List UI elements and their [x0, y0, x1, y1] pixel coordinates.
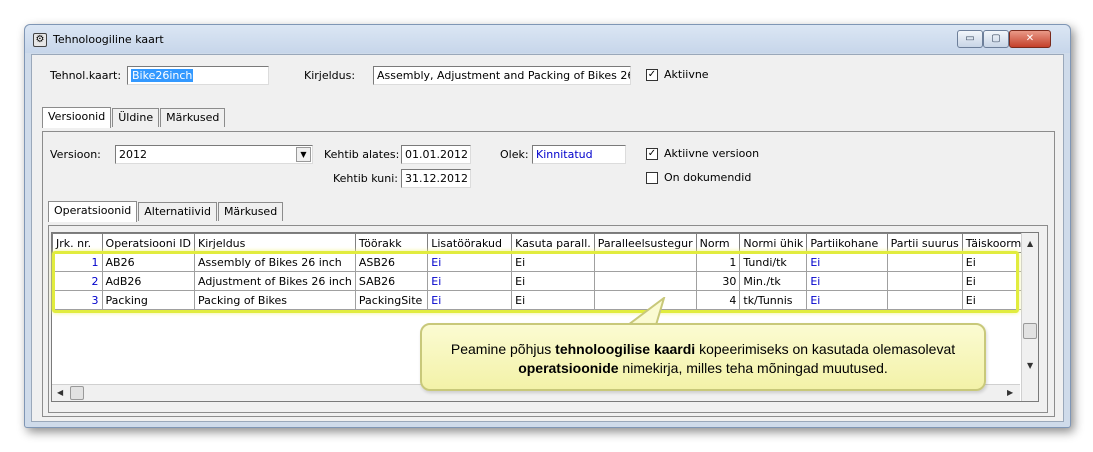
valid-from-field[interactable]: 01.01.2012 [401, 145, 471, 164]
scroll-up-icon[interactable]: ▲ [1027, 239, 1033, 248]
active-checkbox[interactable]: ✓ [646, 69, 658, 81]
callout-bold-2: operatsioonide [518, 360, 619, 376]
col-header[interactable]: Operatsiooni ID [101, 233, 196, 253]
minimize-button[interactable]: ▭ [957, 30, 983, 48]
code-value: Bike26inch [131, 69, 194, 82]
has-documents-checkbox[interactable] [646, 172, 658, 184]
description-label: Kirjeldus: [304, 69, 356, 82]
version-value: 2012 [119, 148, 147, 161]
callout-text-1: Peamine põhjus [450, 341, 556, 357]
code-label: Tehnol.kaart: [50, 69, 122, 82]
scroll-down-icon[interactable]: ▼ [1027, 361, 1033, 370]
code-field[interactable]: Bike26inch [127, 66, 269, 85]
col-header[interactable]: Partii suurus [886, 233, 963, 253]
main-tabs: Versioonid Üldine Märkused [42, 107, 226, 128]
sub-tabs: Operatsioonid Alternatiivid Märkused [48, 201, 284, 222]
tab-operations[interactable]: Operatsioonid [48, 201, 138, 222]
table-header-row: Jrk. nr. Operatsiooni ID Kirjeldus Tööra… [52, 233, 1039, 253]
active-version-label: Aktiivne versioon [664, 147, 760, 160]
active-version-checkbox[interactable]: ✓ [646, 148, 658, 160]
col-header[interactable]: Lisatöörakud [427, 233, 513, 253]
tab-versions[interactable]: Versioonid [42, 107, 112, 128]
col-header[interactable]: Paralleelsustegur [593, 233, 697, 253]
version-combo[interactable]: 2012 ▼ [115, 145, 313, 164]
status-field[interactable]: Kinnitatud [532, 145, 626, 164]
scroll-right-icon[interactable]: ▶ [1007, 388, 1013, 397]
horizontal-scroll-thumb[interactable] [70, 386, 84, 400]
rows-highlight-frame [52, 251, 1019, 313]
maximize-button[interactable]: ▢ [983, 30, 1009, 48]
col-header[interactable]: Norm [695, 233, 741, 253]
callout-text-3: nimekirja, milles teha mõningad muutused… [618, 360, 888, 376]
description-field[interactable]: Assembly, Adjustment and Packing of Bike… [373, 66, 631, 85]
valid-from-label: Kehtib alates: [324, 148, 400, 161]
version-label: Versioon: [50, 148, 101, 161]
chevron-down-icon[interactable]: ▼ [296, 147, 311, 162]
explanation-callout: Peamine põhjus tehnoloogilise kaardi kop… [420, 323, 986, 391]
col-header[interactable]: Partiikohane [806, 233, 888, 253]
status-label: Olek: [500, 148, 529, 161]
close-button[interactable]: ✕ [1009, 30, 1051, 48]
tab-sub-notes[interactable]: Märkused [217, 202, 284, 221]
vertical-scroll-thumb[interactable] [1023, 323, 1037, 339]
tab-alternatives[interactable]: Alternatiivid [138, 202, 217, 221]
scroll-left-icon[interactable]: ◀ [57, 388, 63, 397]
window-title: Tehnoloogiline kaart [53, 33, 164, 46]
title-bar[interactable]: ⚙ Tehnoloogiline kaart ▭ ▢ ✕ [25, 25, 1070, 53]
col-header[interactable]: Normi ühik [739, 233, 808, 253]
col-header[interactable]: Kasuta parall. [511, 233, 595, 253]
tab-general[interactable]: Üldine [112, 108, 160, 127]
vertical-scrollbar[interactable]: ▲ ▼ [1021, 233, 1038, 401]
callout-text-2: kopeerimiseks on kasutada olemasolevat [695, 341, 956, 357]
valid-to-label: Kehtib kuni: [333, 172, 398, 185]
valid-to-field[interactable]: 31.12.2012 [401, 169, 471, 188]
has-documents-label: On dokumendid [664, 171, 752, 184]
tab-notes[interactable]: Märkused [160, 108, 226, 127]
callout-bold-1: tehnoloogilise kaardi [555, 341, 696, 357]
col-header[interactable]: Kirjeldus [194, 233, 356, 253]
col-header[interactable]: Töörakk [354, 233, 429, 253]
app-gear-icon: ⚙ [33, 33, 47, 47]
col-header[interactable]: Jrk. nr. [52, 233, 103, 253]
active-label: Aktiivne [664, 68, 709, 81]
